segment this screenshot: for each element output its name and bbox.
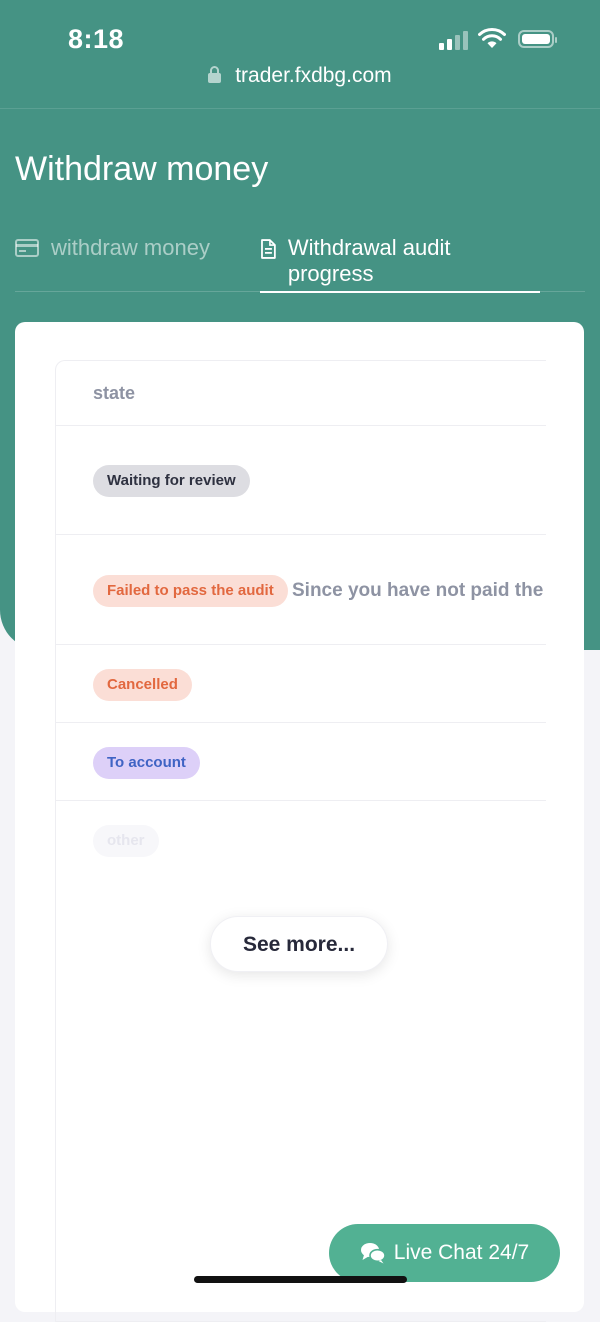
status-badge: Waiting for review	[93, 465, 250, 497]
divider	[0, 108, 600, 109]
status-bar: 8:18	[0, 0, 600, 60]
battery-icon	[518, 30, 557, 48]
tab-label: Withdrawal audit progress	[287, 235, 451, 286]
table-row: To account	[56, 723, 546, 801]
table-header: state	[56, 361, 546, 426]
status-badge: Cancelled	[93, 669, 192, 701]
live-chat-button[interactable]: Live Chat 24/7	[329, 1224, 560, 1282]
status-time: 8:18	[68, 24, 125, 54]
table-row: Waiting for review	[56, 425, 546, 535]
audit-table[interactable]: state Waiting for review Failed to pass …	[55, 360, 546, 1322]
table-row: other	[56, 801, 546, 878]
tab-withdraw-money[interactable]: withdraw money	[15, 235, 210, 291]
audit-progress-card: state Waiting for review Failed to pass …	[15, 322, 584, 1322]
table-row: Failed to pass the audit Since you have …	[56, 535, 546, 645]
page-title: Withdraw money	[15, 150, 269, 188]
tab-withdrawal-audit-progress[interactable]: Withdrawal audit progress	[260, 235, 540, 293]
wifi-icon	[478, 27, 506, 48]
status-badge: Failed to pass the audit	[93, 575, 288, 607]
tab-bar: withdraw money Withdrawal audit progress	[15, 235, 585, 293]
live-chat-label: Live Chat 24/7	[393, 1241, 530, 1264]
chat-bubbles-icon	[360, 1243, 386, 1264]
status-badge: To account	[93, 747, 200, 779]
lock-icon	[208, 66, 222, 83]
tab-label: withdraw money	[51, 235, 210, 260]
address-bar[interactable]: trader.fxdbg.com	[0, 64, 600, 88]
status-badge: other	[93, 825, 159, 857]
home-indicator	[194, 1276, 407, 1283]
column-header-state: state	[93, 383, 136, 403]
url-text: trader.fxdbg.com	[235, 64, 392, 87]
credit-card-icon	[15, 239, 39, 257]
see-more-button[interactable]: See more...	[210, 916, 388, 972]
table-row: Cancelled	[56, 645, 546, 723]
document-icon	[261, 239, 276, 259]
cellular-signal-icon	[439, 30, 469, 50]
reason-text: Since you have not paid the	[292, 580, 544, 601]
